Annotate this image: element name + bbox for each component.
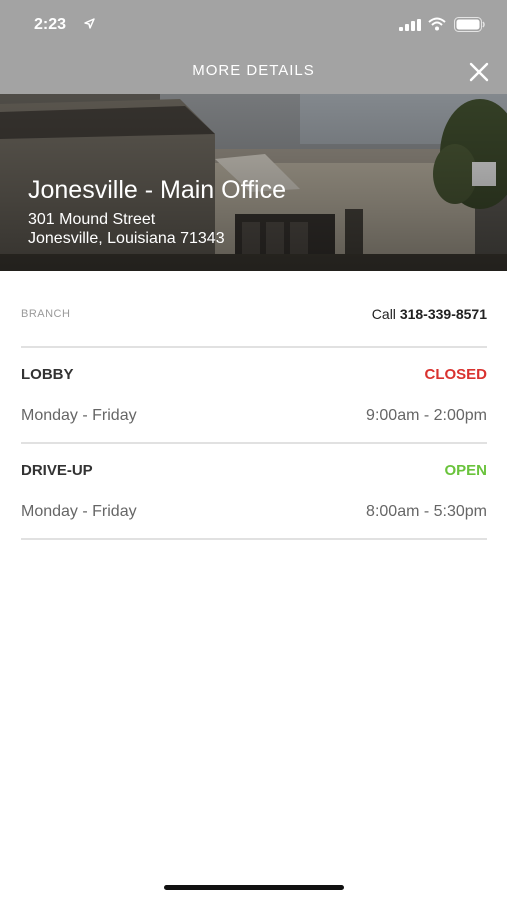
hours-name: DRIVE-UP (21, 462, 93, 479)
hours-days: Monday - Friday (21, 503, 137, 520)
hours-days: Monday - Friday (21, 407, 137, 424)
hours-drive-up: DRIVE-UP OPEN Monday - Friday 8:00am - 5… (21, 444, 487, 540)
call-branch-link[interactable]: Call 318-339-8571 (372, 306, 487, 322)
hours-time: 9:00am - 2:00pm (366, 407, 487, 424)
close-icon[interactable] (468, 61, 490, 83)
call-prefix: Call (371, 306, 396, 322)
wifi-icon (428, 17, 446, 31)
office-city-state-zip: Jonesville, Louisiana 71343 (28, 230, 225, 247)
details-content: BRANCH Call 318-339-8571 LOBBY CLOSED Mo… (21, 271, 487, 540)
office-street: 301 Mound Street (28, 211, 156, 228)
status-badge: OPEN (444, 462, 487, 479)
cellular-signal-icon (399, 19, 421, 31)
status-bar: 2:23 (0, 0, 507, 50)
hours-lobby: LOBBY CLOSED Monday - Friday 9:00am - 2:… (21, 348, 487, 444)
status-badge: CLOSED (424, 366, 487, 383)
home-indicator[interactable] (164, 885, 344, 890)
page-title: MORE DETAILS (192, 62, 315, 79)
branch-photo: Jonesville - Main Office 301 Mound Stree… (0, 94, 507, 271)
branch-row: BRANCH Call 318-339-8571 (21, 271, 487, 348)
branch-label: BRANCH (21, 308, 71, 320)
nav-bar: MORE DETAILS (0, 50, 507, 94)
hours-name: LOBBY (21, 366, 74, 383)
status-time: 2:23 (34, 16, 67, 33)
office-name: Jonesville - Main Office (28, 176, 286, 204)
hours-time: 8:00am - 5:30pm (366, 503, 487, 520)
branch-phone: 318-339-8571 (399, 306, 487, 322)
location-arrow-icon (84, 18, 95, 29)
battery-icon (454, 17, 485, 32)
